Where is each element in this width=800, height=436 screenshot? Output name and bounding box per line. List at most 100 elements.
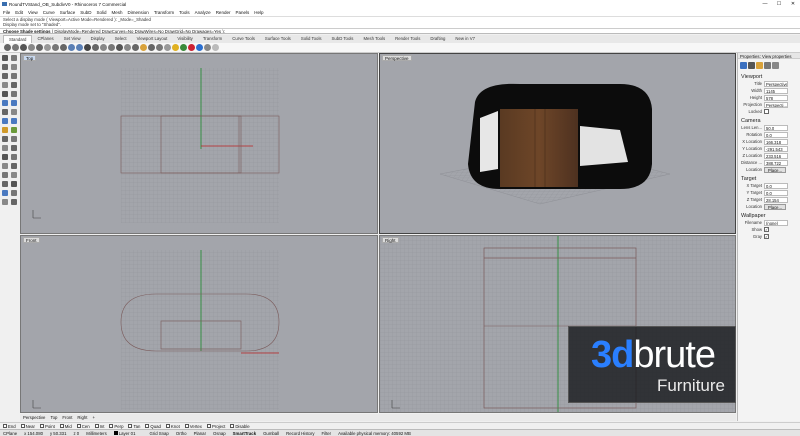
checkbox-icon[interactable]: [165, 424, 170, 428]
tab-display[interactable]: Display: [86, 35, 110, 43]
tab-curve-tools[interactable]: Curve Tools: [227, 35, 260, 43]
scale-tool-icon[interactable]: [11, 172, 17, 178]
close-button[interactable]: ✕: [786, 0, 800, 8]
osnap-tan[interactable]: Tan: [128, 424, 140, 429]
viewport-title-front[interactable]: Front: [23, 237, 40, 243]
layer-icon[interactable]: [180, 44, 187, 51]
filter-toggle[interactable]: Filter: [322, 431, 332, 436]
curve-tool-icon[interactable]: [11, 64, 17, 70]
tab-select[interactable]: Select: [110, 35, 132, 43]
osnap-quad[interactable]: Quad: [145, 424, 161, 429]
light-icon[interactable]: [140, 44, 147, 51]
checkbox-icon[interactable]: [184, 424, 189, 428]
checkbox-icon[interactable]: [59, 424, 64, 428]
menu-edit[interactable]: Edit: [15, 10, 23, 15]
osnap-knot[interactable]: Knot: [165, 424, 180, 429]
arc-tool-icon[interactable]: [11, 73, 17, 79]
rotate-view-icon[interactable]: [92, 44, 99, 51]
render-tool-icon[interactable]: [11, 199, 17, 205]
split-tool-icon[interactable]: [11, 145, 17, 151]
show-icon[interactable]: [164, 44, 171, 51]
light-properties-icon[interactable]: [756, 61, 763, 69]
polyline-tool-icon[interactable]: [2, 64, 8, 70]
four-view-icon[interactable]: [132, 44, 139, 51]
zoom-window-icon[interactable]: [108, 44, 115, 51]
paste-icon[interactable]: [60, 44, 67, 51]
top-viewport[interactable]: Top: [20, 53, 378, 234]
osnap-vertex[interactable]: Vertex: [184, 424, 202, 429]
tab-cplanes[interactable]: CPlanes: [32, 35, 58, 43]
menu-tools[interactable]: Tools: [179, 10, 190, 15]
fillet-tool-icon[interactable]: [11, 136, 17, 142]
array-tool-icon[interactable]: [11, 181, 17, 187]
menu-view[interactable]: View: [28, 10, 38, 15]
prop-show-checkbox[interactable]: ✓: [764, 227, 769, 232]
properties-icon[interactable]: [188, 44, 195, 51]
tab-drafting[interactable]: Drafting: [425, 35, 450, 43]
checkbox-icon[interactable]: [39, 424, 44, 428]
record-history-toggle[interactable]: Record History: [286, 431, 314, 436]
subd-tool-icon[interactable]: [11, 127, 17, 133]
viewport-title-right[interactable]: Right: [382, 237, 399, 243]
move-tool-icon[interactable]: [2, 163, 8, 169]
prop-rotation-field[interactable]: 0.0: [764, 131, 788, 138]
viewport-tab-perspective[interactable]: Perspective: [23, 415, 45, 420]
current-layer[interactable]: Layer 01: [113, 431, 143, 436]
ellipse-tool-icon[interactable]: [2, 91, 8, 97]
osnap-point[interactable]: Point: [39, 424, 55, 429]
texture-icon[interactable]: [764, 61, 771, 69]
prop-width-field[interactable]: 1145: [764, 87, 788, 94]
checkbox-icon[interactable]: [145, 424, 150, 428]
osnap-project[interactable]: Project: [206, 424, 225, 429]
menu-mesh[interactable]: Mesh: [112, 10, 123, 15]
sweep-tool-icon[interactable]: [11, 109, 17, 115]
prop-z-target-field[interactable]: 28.154: [764, 196, 788, 203]
planar-toggle[interactable]: Planar: [194, 431, 206, 436]
prop-x-target-field[interactable]: 0.0: [764, 182, 788, 189]
osnap-toggle[interactable]: Osnap: [213, 431, 226, 436]
point-tool-icon[interactable]: [11, 55, 17, 61]
surface-tool-icon[interactable]: [2, 100, 8, 106]
menu-analyze[interactable]: Analyze: [195, 10, 211, 15]
front-viewport[interactable]: Front: [20, 235, 378, 413]
join-tool-icon[interactable]: [2, 154, 8, 160]
grid-snap-toggle[interactable]: Grid Snap: [149, 431, 168, 436]
zoom-extents-icon[interactable]: [116, 44, 123, 51]
tab-set-view[interactable]: Set View: [59, 35, 86, 43]
rectangle-tool-icon[interactable]: [2, 82, 8, 88]
solid-sphere-tool-icon[interactable]: [11, 118, 17, 124]
prop-height-field[interactable]: 578: [764, 94, 788, 101]
mesh-tool-icon[interactable]: [2, 136, 8, 142]
loft-tool-icon[interactable]: [2, 109, 8, 115]
material-icon[interactable]: [748, 61, 755, 69]
osnap-perp[interactable]: Perp: [109, 424, 123, 429]
copy-tool-icon[interactable]: [11, 163, 17, 169]
viewport-tab-top[interactable]: Top: [50, 415, 57, 420]
redo-icon[interactable]: [76, 44, 83, 51]
osnap-near[interactable]: Near: [20, 424, 35, 429]
perspective-viewport[interactable]: Perspective: [379, 53, 736, 234]
osnap-end[interactable]: End: [3, 424, 16, 429]
menu-subd[interactable]: SubD: [80, 10, 91, 15]
menu-dimension[interactable]: Dimension: [128, 10, 149, 15]
prop-z-location-field[interactable]: 233.516: [764, 152, 788, 159]
viewport-tab-front[interactable]: Front: [62, 415, 72, 420]
gumball-toggle[interactable]: Gumball: [263, 431, 279, 436]
text-tool-icon[interactable]: [11, 190, 17, 196]
prop-title-field[interactable]: Perspective: [764, 80, 788, 87]
command-prompt[interactable]: Choose Shade settings ( DisplayMode=Rend…: [0, 28, 800, 34]
osnap-cen[interactable]: Cen: [76, 424, 90, 429]
freeform-tool-icon[interactable]: [11, 91, 17, 97]
cut-icon[interactable]: [44, 44, 51, 51]
lock-icon[interactable]: [172, 44, 179, 51]
tab-render-tools[interactable]: Render Tools: [390, 35, 425, 43]
save-icon[interactable]: [20, 44, 27, 51]
osnap-mid[interactable]: Mid: [59, 424, 72, 429]
view-properties-icon[interactable]: [772, 61, 779, 69]
options-icon[interactable]: [204, 44, 211, 51]
tab-subd-tools[interactable]: SubD Tools: [327, 35, 359, 43]
print-icon[interactable]: [28, 44, 35, 51]
prop-gray-checkbox[interactable]: ✓: [764, 234, 769, 239]
tab-new-in-v7[interactable]: New in V7: [450, 35, 480, 43]
solid-box-tool-icon[interactable]: [2, 118, 8, 124]
